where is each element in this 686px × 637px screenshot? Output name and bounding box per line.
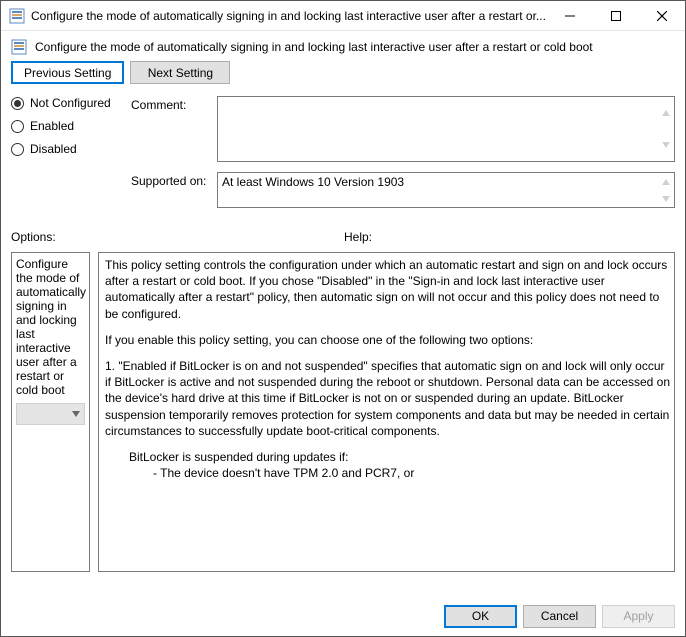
comment-field[interactable] <box>217 96 675 162</box>
options-dropdown[interactable] <box>16 403 85 425</box>
policy-header: Configure the mode of automatically sign… <box>1 31 685 61</box>
cancel-button[interactable]: Cancel <box>523 605 596 628</box>
chevron-down-icon <box>72 411 80 417</box>
radio-label: Not Configured <box>30 96 111 110</box>
supported-field: At least Windows 10 Version 1903 <box>217 172 675 208</box>
radio-label: Disabled <box>30 142 77 156</box>
radio-icon <box>11 120 24 133</box>
nav-buttons: Previous Setting Next Setting <box>1 61 685 96</box>
radio-label: Enabled <box>30 119 74 133</box>
supported-label: Supported on: <box>131 172 211 208</box>
radio-not-configured[interactable]: Not Configured <box>11 96 125 110</box>
apply-button[interactable]: Apply <box>602 605 675 628</box>
window-controls <box>547 1 685 30</box>
scroll-up-icon[interactable] <box>657 97 674 129</box>
maximize-button[interactable] <box>593 1 639 30</box>
state-radios: Not Configured Enabled Disabled <box>11 96 125 208</box>
help-panel[interactable]: This policy setting controls the configu… <box>98 252 675 572</box>
app-icon <box>9 8 25 24</box>
window-title: Configure the mode of automatically sign… <box>31 9 547 23</box>
policy-editor-window: Configure the mode of automatically sign… <box>0 0 686 637</box>
policy-title: Configure the mode of automatically sign… <box>35 40 593 54</box>
scroll-down-icon[interactable] <box>657 129 674 161</box>
config-area: Not Configured Enabled Disabled Comment:… <box>1 96 685 208</box>
supported-scroll <box>657 173 674 207</box>
next-setting-button[interactable]: Next Setting <box>130 61 230 84</box>
supported-value: At least Windows 10 Version 1903 <box>222 173 404 189</box>
radio-enabled[interactable]: Enabled <box>11 119 125 133</box>
comment-label: Comment: <box>131 96 211 162</box>
options-panel: Configure the mode of automatically sign… <box>11 252 90 572</box>
scroll-down-icon[interactable] <box>657 190 674 207</box>
ok-button[interactable]: OK <box>444 605 517 628</box>
radio-icon <box>11 97 24 110</box>
radio-disabled[interactable]: Disabled <box>11 142 125 156</box>
minimize-button[interactable] <box>547 1 593 30</box>
dialog-footer: OK Cancel Apply <box>1 596 685 636</box>
help-text: This policy setting controls the configu… <box>105 257 672 481</box>
options-label: Options: <box>11 230 344 244</box>
radio-icon <box>11 143 24 156</box>
fields: Comment: Supported on: At least Windows … <box>131 96 675 208</box>
close-button[interactable] <box>639 1 685 30</box>
policy-icon <box>11 39 27 55</box>
panels: Configure the mode of automatically sign… <box>1 246 685 596</box>
options-description: Configure the mode of automatically sign… <box>16 257 85 397</box>
help-label: Help: <box>344 230 675 244</box>
previous-setting-button[interactable]: Previous Setting <box>11 61 124 84</box>
scroll-up-icon[interactable] <box>657 173 674 190</box>
titlebar: Configure the mode of automatically sign… <box>1 1 685 31</box>
comment-scroll <box>657 97 674 161</box>
section-labels: Options: Help: <box>1 208 685 246</box>
